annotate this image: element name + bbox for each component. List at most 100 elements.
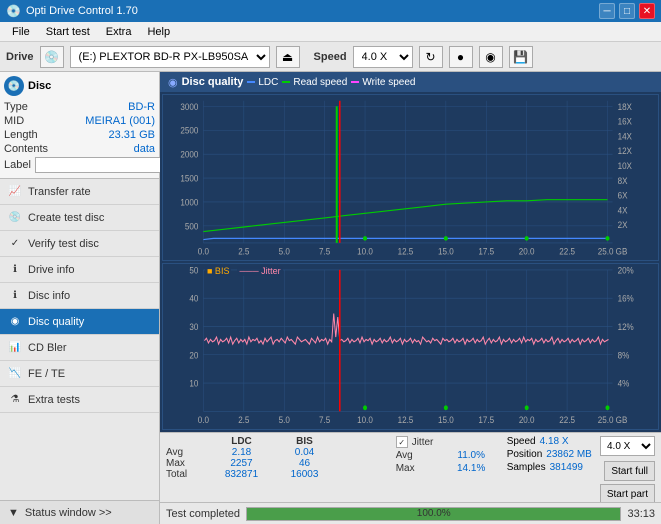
nav-extra-tests[interactable]: ⚗ Extra tests — [0, 387, 159, 413]
svg-text:12%: 12% — [618, 321, 634, 332]
start-full-button[interactable]: Start full — [604, 461, 655, 481]
disc-label-key: Label — [4, 159, 31, 171]
stats-ldc-header: LDC — [214, 436, 269, 447]
svg-text:500: 500 — [185, 221, 199, 232]
chart-header: ◉ Disc quality LDC Read speed Write spee… — [160, 72, 661, 92]
stats-total-bis: 16003 — [277, 469, 332, 480]
svg-text:4X: 4X — [618, 205, 628, 216]
nav-create-test-disc[interactable]: 💿 Create test disc — [0, 205, 159, 231]
disc-contents-value: data — [134, 143, 155, 155]
jitter-checkbox[interactable]: ✓ — [396, 436, 408, 448]
extra-tests-icon: ⚗ — [8, 393, 22, 407]
stats-empty-header — [166, 436, 206, 447]
nav-cd-bler[interactable]: 📊 CD Bler — [0, 335, 159, 361]
stats-max-label: Max — [166, 458, 206, 469]
svg-text:40: 40 — [189, 293, 198, 304]
legend-ldc: LDC — [247, 77, 278, 88]
svg-text:12X: 12X — [618, 146, 633, 157]
maximize-button[interactable]: □ — [619, 3, 635, 19]
nav-fe-te[interactable]: 📉 FE / TE — [0, 361, 159, 387]
svg-text:5.0: 5.0 — [279, 246, 290, 257]
svg-text:15.0: 15.0 — [438, 415, 454, 426]
disc-quality-icon: ◉ — [8, 315, 22, 329]
jitter-label-text: Jitter — [412, 437, 434, 448]
drive-label: Drive — [6, 51, 34, 63]
chart-ldc-svg: 3000 2500 2000 1500 1000 500 18X 16X 14X… — [163, 95, 658, 260]
svg-text:12.5: 12.5 — [398, 246, 414, 257]
disc-contents-label: Contents — [4, 143, 48, 155]
svg-text:30: 30 — [189, 321, 198, 332]
chart-ldc: 3000 2500 2000 1500 1000 500 18X 16X 14X… — [162, 94, 659, 261]
disc-length-label: Length — [4, 129, 38, 141]
speed-select[interactable]: 4.0 X — [353, 46, 413, 68]
disc-panel-title: Disc — [28, 80, 51, 92]
nav-transfer-rate[interactable]: 📈 Transfer rate — [0, 179, 159, 205]
svg-text:2.5: 2.5 — [238, 246, 249, 257]
svg-text:16X: 16X — [618, 116, 633, 127]
speed-selector[interactable]: 4.0 X — [600, 436, 655, 456]
svg-text:20.0: 20.0 — [519, 246, 535, 257]
create-disc-icon: 💿 — [8, 211, 22, 225]
stats-avg-ldc: 2.18 — [214, 447, 269, 458]
jitter-label: ─── Jitter — [237, 266, 282, 276]
menu-help[interactable]: Help — [139, 25, 178, 39]
svg-text:2000: 2000 — [180, 149, 198, 160]
action-area: 4.0 X Start full Start part — [600, 436, 655, 504]
svg-text:8%: 8% — [618, 350, 630, 361]
disc-label-input[interactable] — [35, 157, 173, 173]
stats-bis-header: BIS — [277, 436, 332, 447]
nav-disc-info[interactable]: ℹ Disc info — [0, 283, 159, 309]
stats-max-bis: 46 — [277, 458, 332, 469]
svg-text:50: 50 — [189, 265, 198, 276]
disc-length-value: 23.31 GB — [109, 129, 155, 141]
bis-label: ■ BIS — [205, 266, 231, 276]
svg-text:1500: 1500 — [180, 173, 198, 184]
jitter-max-value: 14.1% — [444, 463, 499, 474]
svg-text:20: 20 — [189, 350, 198, 361]
save-button[interactable]: 💾 — [509, 46, 533, 68]
svg-text:2500: 2500 — [180, 125, 198, 136]
status-text: Test completed — [166, 508, 240, 520]
window-controls: ─ □ ✕ — [599, 3, 655, 19]
stats-total-ldc: 832871 — [214, 469, 269, 480]
svg-text:15.0: 15.0 — [438, 246, 454, 257]
transfer-rate-icon: 📈 — [8, 185, 22, 199]
svg-text:10.0: 10.0 — [357, 246, 373, 257]
speed-label: Speed — [314, 51, 347, 63]
disc-button2[interactable]: ◉ — [479, 46, 503, 68]
svg-text:22.5: 22.5 — [559, 415, 575, 426]
svg-text:16%: 16% — [618, 293, 634, 304]
refresh-button[interactable]: ↻ — [419, 46, 443, 68]
svg-text:10X: 10X — [618, 161, 633, 172]
drive-select[interactable]: (E:) PLEXTOR BD-R PX-LB950SA 1.06 — [70, 46, 270, 68]
menu-start-test[interactable]: Start test — [38, 25, 98, 39]
svg-text:17.5: 17.5 — [478, 246, 494, 257]
svg-text:7.5: 7.5 — [319, 246, 330, 257]
nav-disc-quality[interactable]: ◉ Disc quality — [0, 309, 159, 335]
menu-extra[interactable]: Extra — [98, 25, 140, 39]
eject-button[interactable]: ⏏ — [276, 46, 300, 68]
status-window-button[interactable]: ▼ Status window >> — [0, 500, 159, 524]
nav-drive-info[interactable]: ℹ Drive info — [0, 257, 159, 283]
svg-text:2.5: 2.5 — [238, 415, 249, 426]
stats-bar: LDC BIS Avg 2.18 0.04 Max 2257 46 Total … — [160, 432, 661, 502]
disc-button1[interactable]: ● — [449, 46, 473, 68]
jitter-avg-label: Avg — [396, 450, 436, 461]
samples-label: Samples — [507, 462, 546, 473]
svg-text:7.5: 7.5 — [319, 415, 330, 426]
menu-file[interactable]: File — [4, 25, 38, 39]
right-content: ◉ Disc quality LDC Read speed Write spee… — [160, 72, 661, 524]
speed-label-text: Speed — [507, 436, 536, 447]
disc-type-value: BD-R — [128, 101, 155, 113]
app-title: Opti Drive Control 1.70 — [26, 5, 138, 17]
chart-title: Disc quality — [182, 76, 244, 88]
minimize-button[interactable]: ─ — [599, 3, 615, 19]
svg-text:8X: 8X — [618, 175, 628, 186]
nav-verify-test-disc[interactable]: ✓ Verify test disc — [0, 231, 159, 257]
close-button[interactable]: ✕ — [639, 3, 655, 19]
disc-type-label: Type — [4, 101, 28, 113]
chart-icon: ◉ — [168, 76, 178, 89]
start-part-button[interactable]: Start part — [600, 484, 655, 504]
svg-text:22.5: 22.5 — [559, 246, 575, 257]
read-speed-color — [282, 81, 290, 83]
